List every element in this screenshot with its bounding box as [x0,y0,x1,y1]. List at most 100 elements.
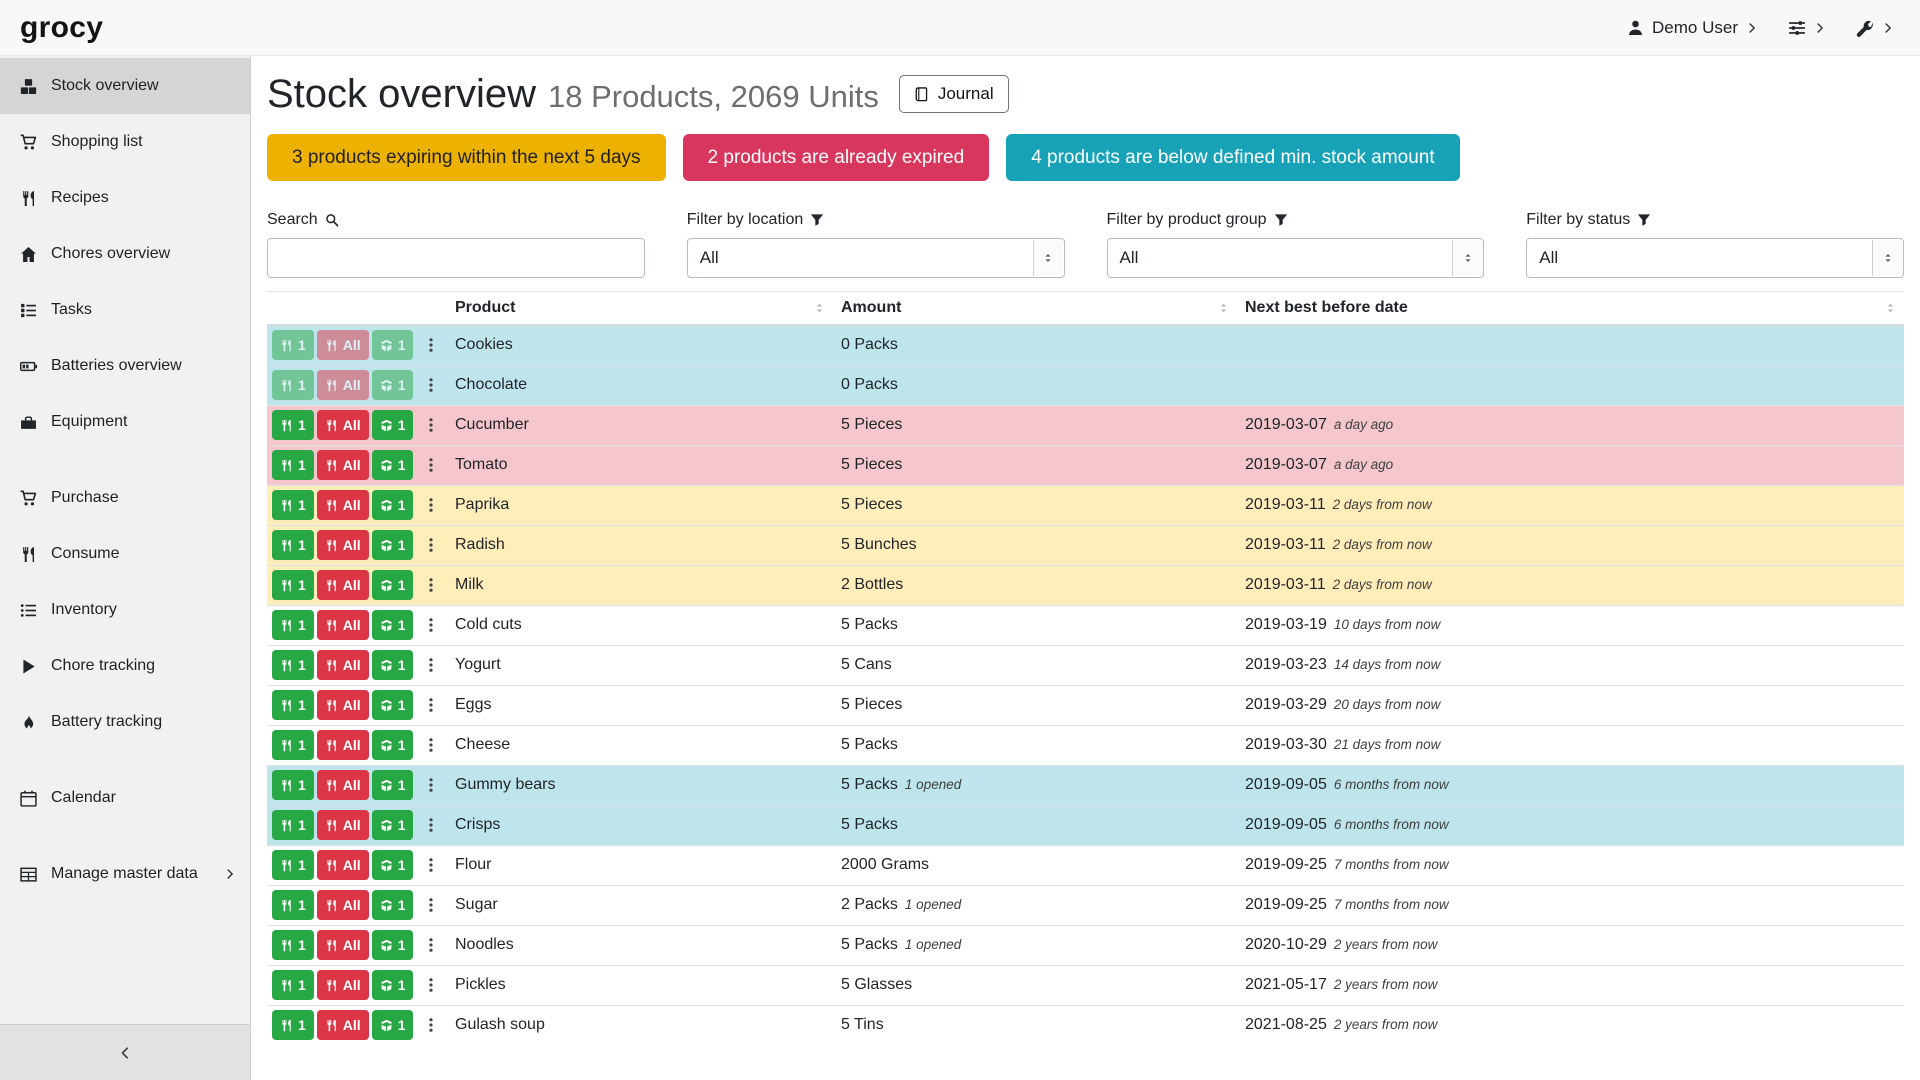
consume-all-button[interactable]: All [317,610,369,640]
open-one-button[interactable]: 1 [372,610,414,640]
consume-one-button[interactable]: 1 [272,530,314,560]
open-one-button[interactable]: 1 [372,810,414,840]
sidebar-item-manage-master-data[interactable]: Manage master data [0,846,250,902]
row-menu-button[interactable] [423,977,439,993]
consume-all-button[interactable]: All [317,690,369,720]
status-select[interactable]: All [1526,238,1904,278]
journal-button[interactable]: Journal [899,75,1009,113]
row-menu-button[interactable] [423,657,439,673]
consume-one-button[interactable]: 1 [272,370,314,400]
sidebar-item-recipes[interactable]: Recipes [0,170,250,226]
sort-icon[interactable] [813,302,826,315]
consume-one-button[interactable]: 1 [272,730,314,760]
consume-one-button[interactable]: 1 [272,1010,314,1040]
sidebar-item-tasks[interactable]: Tasks [0,282,250,338]
sidebar-item-stock-overview[interactable]: Stock overview [0,58,250,114]
consume-all-button[interactable]: All [317,1010,369,1040]
bbd-column-header[interactable]: Next best before date [1237,292,1904,326]
consume-one-button[interactable]: 1 [272,570,314,600]
consume-one-button[interactable]: 1 [272,770,314,800]
row-menu-button[interactable] [423,697,439,713]
consume-all-button[interactable]: All [317,410,369,440]
consume-all-button[interactable]: All [317,890,369,920]
sidebar-item-chores-overview[interactable]: Chores overview [0,226,250,282]
open-one-button[interactable]: 1 [372,650,414,680]
consume-all-button[interactable]: All [317,850,369,880]
row-menu-button[interactable] [423,337,439,353]
consume-one-button[interactable]: 1 [272,890,314,920]
row-menu-button[interactable] [423,737,439,753]
sidebar-item-calendar[interactable]: Calendar [0,770,250,826]
sort-icon[interactable] [1217,302,1230,315]
row-menu-button[interactable] [423,817,439,833]
settings-menu[interactable] [1788,19,1826,37]
row-menu-button[interactable] [423,1017,439,1033]
location-select[interactable]: All [687,238,1065,278]
row-menu-button[interactable] [423,777,439,793]
row-menu-button[interactable] [423,857,439,873]
open-one-button[interactable]: 1 [372,570,414,600]
row-menu-button[interactable] [423,577,439,593]
sidebar-item-batteries-overview[interactable]: Batteries overview [0,338,250,394]
consume-all-button[interactable]: All [317,370,369,400]
consume-all-button[interactable]: All [317,810,369,840]
consume-all-button[interactable]: All [317,770,369,800]
sidebar-item-consume[interactable]: Consume [0,526,250,582]
expiring-alert[interactable]: 3 products expiring within the next 5 da… [267,134,666,181]
open-one-button[interactable]: 1 [372,410,414,440]
sidebar-item-shopping-list[interactable]: Shopping list [0,114,250,170]
consume-one-button[interactable]: 1 [272,450,314,480]
row-menu-button[interactable] [423,897,439,913]
open-one-button[interactable]: 1 [372,930,414,960]
sort-icon[interactable] [1884,302,1897,315]
row-menu-button[interactable] [423,377,439,393]
open-one-button[interactable]: 1 [372,690,414,720]
consume-all-button[interactable]: All [317,570,369,600]
amount-column-header[interactable]: Amount [833,292,1237,326]
row-menu-button[interactable] [423,457,439,473]
open-one-button[interactable]: 1 [372,850,414,880]
open-one-button[interactable]: 1 [372,890,414,920]
open-one-button[interactable]: 1 [372,770,414,800]
sidebar-item-inventory[interactable]: Inventory [0,582,250,638]
product-column-header[interactable]: Product [447,292,833,326]
consume-all-button[interactable]: All [317,970,369,1000]
consume-all-button[interactable]: All [317,450,369,480]
row-menu-button[interactable] [423,937,439,953]
row-menu-button[interactable] [423,497,439,513]
sidebar-item-purchase[interactable]: Purchase [0,470,250,526]
admin-menu[interactable] [1856,19,1894,37]
consume-one-button[interactable]: 1 [272,330,314,360]
consume-one-button[interactable]: 1 [272,650,314,680]
open-one-button[interactable]: 1 [372,490,414,520]
open-one-button[interactable]: 1 [372,970,414,1000]
open-one-button[interactable]: 1 [372,530,414,560]
consume-one-button[interactable]: 1 [272,930,314,960]
product-group-select[interactable]: All [1107,238,1485,278]
consume-one-button[interactable]: 1 [272,610,314,640]
open-one-button[interactable]: 1 [372,730,414,760]
consume-one-button[interactable]: 1 [272,810,314,840]
search-input[interactable] [267,238,645,278]
consume-all-button[interactable]: All [317,530,369,560]
sidebar-item-battery-tracking[interactable]: Battery tracking [0,694,250,750]
consume-one-button[interactable]: 1 [272,690,314,720]
consume-all-button[interactable]: All [317,930,369,960]
sidebar-collapse-button[interactable] [0,1024,250,1080]
consume-one-button[interactable]: 1 [272,970,314,1000]
consume-one-button[interactable]: 1 [272,850,314,880]
row-menu-button[interactable] [423,537,439,553]
user-menu[interactable]: Demo User [1627,18,1758,38]
below-min-stock-alert[interactable]: 4 products are below defined min. stock … [1006,134,1459,181]
open-one-button[interactable]: 1 [372,450,414,480]
row-menu-button[interactable] [423,417,439,433]
open-one-button[interactable]: 1 [372,1010,414,1040]
sidebar-item-equipment[interactable]: Equipment [0,394,250,450]
expired-alert[interactable]: 2 products are already expired [683,134,990,181]
consume-all-button[interactable]: All [317,330,369,360]
consume-one-button[interactable]: 1 [272,490,314,520]
open-one-button[interactable]: 1 [372,330,414,360]
open-one-button[interactable]: 1 [372,370,414,400]
consume-all-button[interactable]: All [317,650,369,680]
consume-all-button[interactable]: All [317,730,369,760]
